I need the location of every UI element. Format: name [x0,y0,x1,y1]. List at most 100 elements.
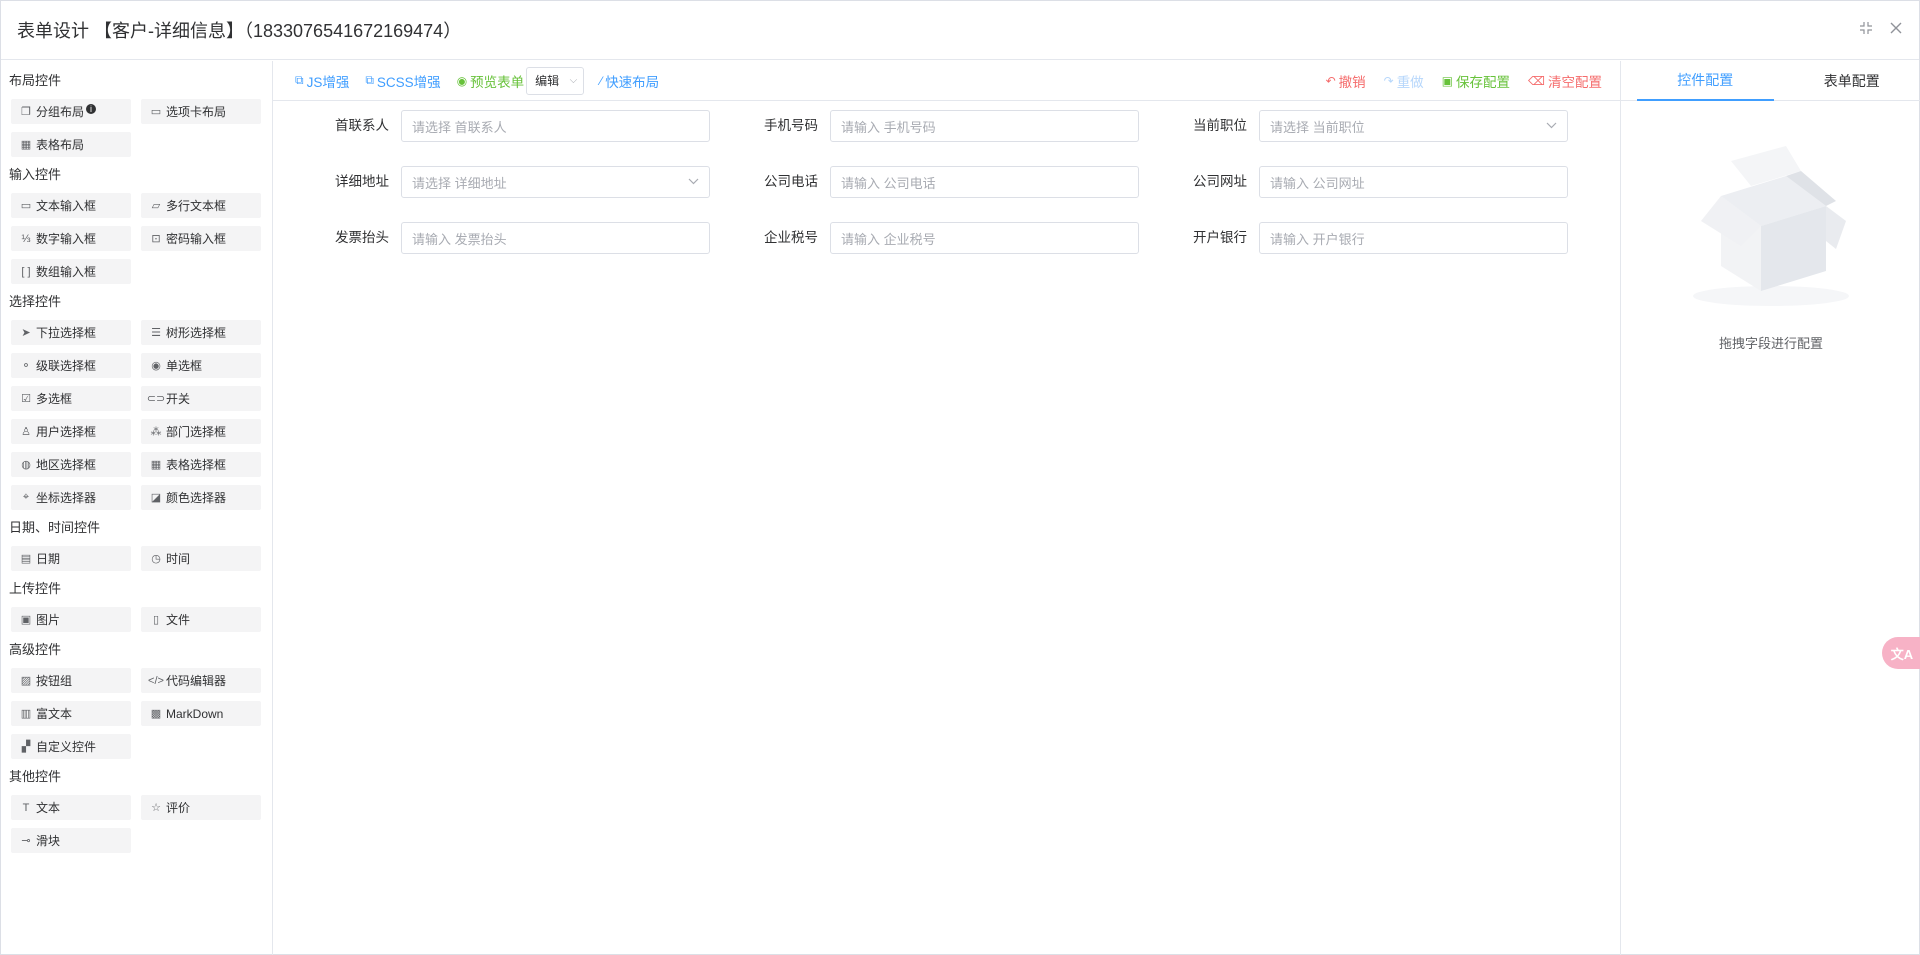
translate-icon[interactable]: 文A [1882,637,1920,669]
component-item[interactable]: </> 代码编辑器 [141,668,261,693]
component-item[interactable]: ☰ 树形选择框 [141,320,261,345]
component-item[interactable]: ⅓ 数字输入框 [11,226,131,251]
quick-layout-button[interactable]: ⁄ 快速布局 [600,71,659,91]
component-item[interactable]: ▭ 选项卡布局 [141,99,261,124]
magic-wand-icon: ⁄ [600,73,603,88]
component-item[interactable]: ▭ 文本输入框 [11,193,131,218]
scss-enhance-button[interactable]: ⧉ SCSS增强 [365,71,440,91]
component-item-label: 级联选择框 [36,359,97,373]
text-field[interactable]: 请选择 首联系人 [401,110,710,142]
text-field[interactable]: 请输入 开户银行 [1259,222,1568,254]
trash-icon: ⌫ [1528,74,1545,88]
field-label: 首联系人 [335,118,389,133]
component-item[interactable]: ▦ 表格选择框 [141,452,261,477]
component-item[interactable]: ◍ 地区选择框 [11,452,131,477]
user-icon: ♙ [21,426,31,438]
text-field[interactable]: 请输入 手机号码 [830,110,1139,142]
group-title: 其他控件 [9,769,62,784]
eye-icon: ◉ [456,73,468,88]
component-item[interactable]: ⁂ 部门选择框 [141,419,261,444]
component-item[interactable]: ⊡ 密码输入框 [141,226,261,251]
form-designer-window: 表单设计 【客户-详细信息】（1833076541672169474） 布局控件… [0,0,1920,955]
tree-select-icon: ☰ [151,327,161,339]
component-item-label: 多行文本框 [166,199,227,213]
component-item-label: 用户选择框 [36,425,97,439]
select-field[interactable]: 请选择 当前职位 [1259,110,1568,142]
component-item-label: 自定义控件 [36,740,97,754]
component-item[interactable]: ♙ 用户选择框 [11,419,131,444]
text-input-icon: ▭ [20,200,32,212]
calendar-icon: ▤ [20,553,32,565]
component-item[interactable]: ◷ 时间 [141,546,261,571]
component-item-label: 坐标选择器 [36,491,97,505]
window-controls [1857,19,1905,37]
component-item[interactable]: ▥ 富文本 [11,701,131,726]
component-item-label: 选项卡布局 [166,105,227,119]
form-row: 首联系人 请选择 首联系人 手机号码 请输入 手机号码 当前职位 请选择 当前职位 [333,109,1620,143]
window-title: 表单设计 【客户-详细信息】（1833076541672169474） [17,21,462,41]
text-icon: T [22,801,30,814]
component-item[interactable]: ⚬ 级联选择框 [11,353,131,378]
component-item[interactable]: ▱ 多行文本框 [141,193,261,218]
component-grid: ▤ 日期 ◷ 时间 [11,546,264,571]
text-field[interactable]: 请输入 发票抬头 [401,222,710,254]
component-item-label: 部门选择框 [166,425,227,439]
undo-button[interactable]: ↶ 撤销 [1326,71,1366,91]
tabs-layout-icon: ▭ [150,106,162,118]
cascader-icon: ⚬ [21,360,31,372]
clock-icon: ◷ [151,553,161,565]
component-item[interactable]: ▣ 图片 [11,607,131,632]
select-field[interactable]: 请选择 详细地址 [401,166,710,198]
component-item[interactable]: ▩ MarkDown [141,701,261,726]
component-item[interactable]: ▦ 表格布局 [11,132,131,157]
mode-select[interactable]: 编辑 ⌵ [526,66,585,95]
component-item[interactable]: ☆ 评价 [141,795,261,820]
group-title: 日期、时间控件 [9,520,101,535]
field-label: 公司电话 [764,174,818,189]
component-item-label: 代码编辑器 [166,674,227,688]
component-item[interactable]: ▞ 自定义控件 [11,734,131,759]
component-item[interactable]: ➤ 下拉选择框 [11,320,131,345]
text-field[interactable]: 请输入 公司电话 [830,166,1139,198]
redo-button[interactable]: ↷ 重做 [1384,71,1424,91]
info-icon[interactable]: i [86,103,97,114]
tab-form-config[interactable]: 表单配置 [1784,61,1920,101]
component-item[interactable]: ❐ 分组布局 i [11,99,131,124]
component-item[interactable]: ⌖ 坐标选择器 [11,485,131,510]
clear-config-button[interactable]: ⌫ 清空配置 [1528,71,1602,91]
component-item[interactable]: ▤ 日期 [11,546,131,571]
fullscreen-exit-icon[interactable] [1857,19,1875,37]
field-label: 发票抬头 [335,230,389,245]
group-title: 输入控件 [9,167,62,182]
preview-form-button[interactable]: ◉ 预览表单 [457,71,524,91]
component-item-label: 表格选择框 [166,458,227,472]
switch-icon: ⊂⊃ [146,393,166,405]
js-enhance-button[interactable]: ⧉ JS增强 [295,71,349,91]
component-item[interactable]: [ ] 数组输入框 [11,259,131,284]
group-title: 选择控件 [9,294,62,309]
tab-widget-config[interactable]: 控件配置 [1637,61,1774,101]
text-field[interactable]: 请输入 公司网址 [1259,166,1568,198]
redo-icon: ↷ [1383,74,1394,88]
field-placeholder: 请输入 手机号码 [841,119,936,135]
component-item[interactable]: ▨ 按钮组 [11,668,131,693]
field-label: 手机号码 [764,118,818,133]
table-select-icon: ▦ [150,459,162,471]
close-icon[interactable] [1887,19,1905,37]
save-config-button[interactable]: ▣ 保存配置 [1442,71,1510,91]
component-item-label: 单选框 [166,359,203,373]
text-field[interactable]: 请输入 企业税号 [830,222,1139,254]
component-item[interactable]: ⊸ 滑块 [11,828,131,853]
form-field: 手机号码 请输入 手机号码 [762,109,1191,143]
password-input-icon: ⊡ [151,233,161,245]
component-item[interactable]: ◪ 颜色选择器 [141,485,261,510]
custom-widget-icon: ▞ [21,741,31,753]
component-item[interactable]: ⊂⊃ 开关 [141,386,261,411]
designer-canvas: ⧉ JS增强 ⧉ SCSS增强 ◉ 预览表单 编辑 ⌵ ⁄ 快速布局 ↶ 撤销 … [273,61,1620,955]
component-item[interactable]: ◉ 单选框 [141,353,261,378]
component-item-label: 图片 [36,613,61,627]
component-item[interactable]: ▯ 文件 [141,607,261,632]
textarea-icon: ▱ [151,200,161,212]
component-item[interactable]: T 文本 [11,795,131,820]
component-item[interactable]: ☑ 多选框 [11,386,131,411]
